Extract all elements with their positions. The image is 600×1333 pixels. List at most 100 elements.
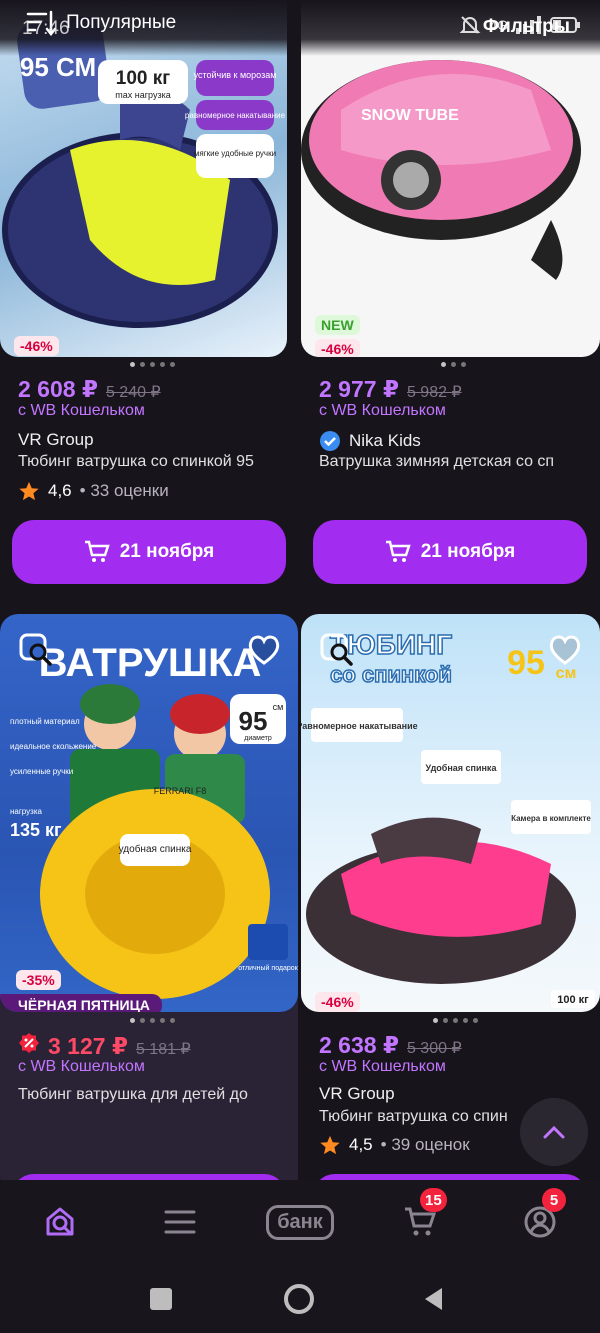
- svg-text:нагрузка: нагрузка: [10, 807, 42, 816]
- top-bar: Популярные 17:46 4G Фильтры: [0, 0, 600, 56]
- svg-text:100 кг: 100 кг: [116, 68, 170, 89]
- product-image[interactable]: ВАТРУШКА 95 см диаметр удобная спинка FE…: [0, 614, 298, 1012]
- rating: 4,6 • 33 оценки: [18, 480, 169, 502]
- price-row: 2 638 ₽ 5 300 ₽: [319, 1032, 462, 1059]
- product-card[interactable]: ВАТРУШКА 95 см диаметр удобная спинка FE…: [0, 614, 298, 1194]
- brand: VR Group: [18, 430, 94, 450]
- svg-text:95: 95: [507, 644, 545, 682]
- price: 2 977 ₽: [319, 376, 399, 402]
- svg-text:см: см: [273, 702, 284, 712]
- discount-badge: -46%: [315, 339, 360, 357]
- nav-catalog[interactable]: [150, 1192, 210, 1252]
- svg-text:усиленные ручки: усиленные ручки: [10, 767, 73, 776]
- cart-icon: [385, 540, 411, 562]
- badges: -46%: [315, 992, 360, 1012]
- home-button[interactable]: [284, 1284, 314, 1314]
- svg-text:устойчив к морозам: устойчив к морозам: [194, 70, 277, 80]
- svg-text:отличный подарок: отличный подарок: [238, 964, 298, 972]
- nav-profile[interactable]: 5: [510, 1188, 570, 1252]
- image-pager: [130, 1018, 175, 1023]
- svg-text:Удобная спинка: Удобная спинка: [426, 763, 498, 773]
- price: 2 638 ₽: [319, 1032, 399, 1058]
- price-row: 3 127 ₽ 5 181 ₽: [18, 1032, 191, 1060]
- svg-text:95: 95: [239, 706, 268, 736]
- add-to-cart-button[interactable]: 21 ноября: [313, 520, 587, 584]
- svg-text:равномерное накатывание: равномерное накатывание: [185, 111, 286, 120]
- product-card[interactable]: SNOW TUBE NEW -46% 2 977 ₽ 5 982 ₽ с WB …: [301, 0, 600, 600]
- discount-badge: -35%: [16, 970, 61, 990]
- svg-text:max нагрузка: max нагрузка: [115, 90, 170, 100]
- sale-icon: [19, 1033, 39, 1053]
- system-navigation: [0, 1266, 600, 1333]
- wallet-label: с WB Кошельком: [319, 1058, 446, 1075]
- wallet-label: с WB Кошельком: [319, 402, 446, 419]
- favorite-heart-icon[interactable]: [547, 632, 583, 668]
- badges: -35% ЧЁРНАЯ ПЯТНИЦА: [0, 970, 162, 1012]
- rating-value: 4,6: [48, 481, 72, 500]
- verified-icon: [320, 431, 340, 451]
- brand-name: VR Group: [319, 1084, 395, 1103]
- scroll-to-top-button[interactable]: [520, 1098, 588, 1166]
- nav-bank[interactable]: банк: [262, 1192, 338, 1252]
- svg-text:100 кг: 100 кг: [557, 994, 589, 1006]
- cart-count-badge: 15: [420, 1188, 447, 1212]
- old-price: 5 240 ₽: [105, 384, 161, 401]
- bank-label: банк: [266, 1204, 334, 1240]
- old-price: 5 982 ₽: [406, 384, 462, 401]
- product-name: Тюбинг ватрушка со спинкой 95: [18, 453, 254, 470]
- svg-text:диаметр: диаметр: [244, 735, 272, 742]
- profile-notification-badge: 5: [542, 1188, 566, 1212]
- nav-home[interactable]: [30, 1192, 90, 1252]
- svg-text:FERRARI F8: FERRARI F8: [154, 786, 207, 796]
- tubing-image: ТЮБИНГ со спинкой 95 см Равномерное нака…: [301, 628, 595, 1008]
- recents-button[interactable]: [150, 1288, 172, 1310]
- price: 2 608 ₽: [18, 376, 98, 402]
- product-name: Тюбинг ватрушка для детей до: [18, 1086, 248, 1103]
- product-image[interactable]: ТЮБИНГ со спинкой 95 см Равномерное нака…: [301, 614, 600, 1012]
- product-card[interactable]: 95 СМ 100 кг max нагрузка устойчив к мор…: [0, 0, 287, 600]
- svg-text:удобная спинка: удобная спинка: [119, 843, 192, 855]
- badges: -46%: [14, 336, 59, 356]
- status-time: 17:46: [22, 18, 70, 39]
- image-pager: [433, 1018, 478, 1023]
- filters-button[interactable]: Фильтры: [483, 16, 570, 38]
- image-pager: [130, 362, 175, 367]
- favorite-heart-icon[interactable]: [246, 632, 282, 668]
- rating-value: 4,5: [349, 1135, 373, 1154]
- size-label: 95 СМ: [20, 52, 96, 82]
- badges: NEW -46%: [315, 315, 360, 357]
- svg-text:SNOW TUBE: SNOW TUBE: [361, 107, 459, 124]
- delivery-date: 21 ноября: [420, 541, 516, 562]
- svg-text:Равномерное накатывание: Равномерное накатывание: [301, 721, 418, 731]
- old-price: 5 300 ₽: [406, 1040, 462, 1057]
- delivery-date: 21 ноября: [119, 541, 215, 562]
- home-search-icon: [46, 1207, 74, 1236]
- wallet-label: с WB Кошельком: [18, 1058, 145, 1075]
- back-icon[interactable]: [422, 1286, 444, 1312]
- svg-text:идеальное скольжение: идеальное скольжение: [10, 742, 97, 751]
- product-name: Ватрушка зимняя детская со сп: [319, 453, 555, 470]
- chevron-up-icon: [543, 1125, 565, 1139]
- add-to-cart-button[interactable]: 21 ноября: [12, 520, 286, 584]
- nav-cart[interactable]: 15: [390, 1188, 450, 1252]
- discount-badge: -46%: [14, 336, 59, 356]
- price-row: 2 977 ₽ 5 982 ₽: [319, 376, 462, 403]
- svg-text:мягкие удобные ручки: мягкие удобные ручки: [194, 149, 276, 158]
- old-price: 5 181 ₽: [135, 1041, 191, 1058]
- wallet-label: с WB Кошельком: [18, 402, 145, 419]
- product-name: Тюбинг ватрушка со спин: [319, 1108, 508, 1125]
- image-pager: [441, 362, 466, 367]
- price-row: 2 608 ₽ 5 240 ₽: [18, 376, 161, 403]
- menu-icon: [164, 1210, 196, 1234]
- brand: Nika Kids: [319, 430, 421, 452]
- sort-label: Популярные: [66, 12, 177, 33]
- reviews-count: • 33 оценки: [79, 481, 169, 500]
- quick-view-icon[interactable]: [18, 632, 54, 668]
- discount-badge: -46%: [315, 992, 360, 1012]
- quick-view-icon[interactable]: [319, 632, 355, 668]
- tubing-image: ВАТРУШКА 95 см диаметр удобная спинка FE…: [10, 641, 298, 999]
- star-icon: [320, 1135, 340, 1155]
- svg-text:ВАТРУШКА: ВАТРУШКА: [39, 641, 262, 685]
- reviews-count: • 39 оценок: [380, 1135, 470, 1154]
- price: 3 127 ₽: [48, 1033, 128, 1059]
